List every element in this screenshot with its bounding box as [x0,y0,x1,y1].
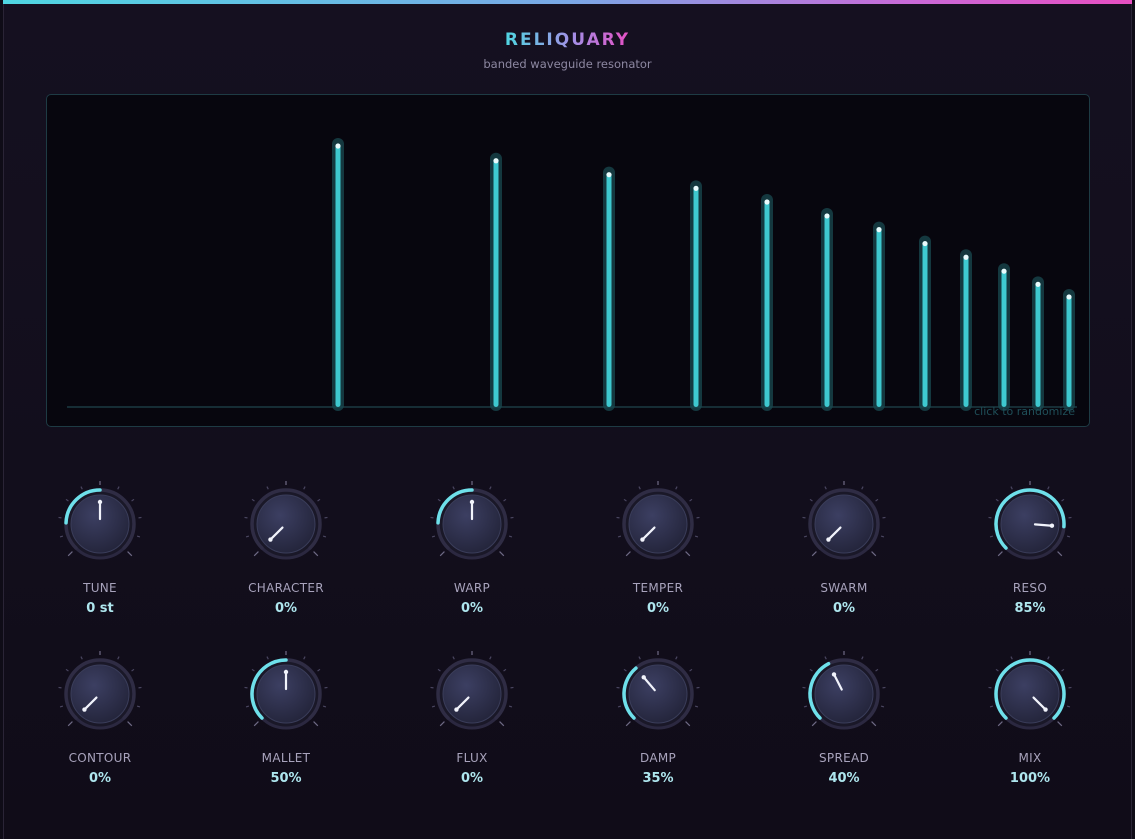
knob-damp[interactable]: DAMP 35% [603,651,713,801]
knob-value: 0% [274,601,298,616]
knob-dial[interactable] [417,651,527,747]
knob-dial[interactable] [231,481,341,577]
plugin-title: RELIQUARY [504,30,631,50]
mode-bar [603,166,615,411]
knob-contour[interactable]: CONTOUR 0% [45,651,155,801]
knob-dial[interactable] [975,481,1085,577]
knob-value: 50% [270,771,302,786]
knob-label: MALLET [261,751,311,765]
knob-dial[interactable] [45,481,155,577]
knob-label: SWARM [820,581,868,595]
knob-dial[interactable] [603,651,713,747]
knob-label: TEMPER [632,581,684,595]
knob-dial[interactable] [789,481,899,577]
mode-bar [821,207,833,411]
knob-reso[interactable]: RESO 85% [975,481,1085,631]
resonator-display[interactable]: click to randomize [46,94,1090,427]
knob-dial[interactable] [789,651,899,747]
accent-bar [3,0,1132,4]
mode-bar [1063,288,1075,411]
mode-bar [690,180,702,411]
mode-bars [67,138,1077,411]
knob-value: 0% [460,771,484,786]
knob-swarm[interactable]: SWARM 0% [789,481,899,631]
mode-bar [960,249,972,411]
knob-value: 35% [642,771,674,786]
mode-bar [873,221,885,411]
knob-dial[interactable] [231,651,341,747]
knob-dial[interactable] [45,651,155,747]
knob-flux[interactable]: FLUX 0% [417,651,527,801]
knob-label: MIX [1018,751,1042,765]
plugin-subtitle: banded waveguide resonator [483,57,652,71]
mode-bar [761,194,773,411]
knob-dial[interactable] [603,481,713,577]
mode-bar [919,235,931,411]
knob-label: DAMP [639,751,677,765]
mode-bar [1032,276,1044,411]
knob-value: 40% [828,771,860,786]
knob-label: WARP [453,581,491,595]
knob-label: FLUX [456,751,488,765]
mode-bar [332,138,344,411]
knob-dial[interactable] [975,651,1085,747]
knob-temper[interactable]: TEMPER 0% [603,481,713,631]
knob-label: CHARACTER [248,581,324,595]
knob-character[interactable]: CHARACTER 0% [231,481,341,631]
knob-tune[interactable]: TUNE 0 st [45,481,155,631]
knob-value: 0% [460,601,484,616]
knob-value: 0% [646,601,670,616]
knob-mallet[interactable]: MALLET 50% [231,651,341,801]
mode-bar [490,152,502,411]
randomize-hint: click to randomize [974,405,1075,418]
knob-value: 0% [88,771,112,786]
knob-warp[interactable]: WARP 0% [417,481,527,631]
knob-mix[interactable]: MIX 100% [975,651,1085,801]
knob-label: CONTOUR [68,751,132,765]
knob-label: TUNE [83,581,117,595]
knob-value: 100% [1009,771,1051,786]
knob-value: 0% [832,601,856,616]
knob-value: 0 st [86,601,114,616]
knob-label: RESO [1012,581,1048,595]
knob-value: 85% [1014,601,1046,616]
knob-label: SPREAD [818,751,870,765]
knob-dial[interactable] [417,481,527,577]
knob-spread[interactable]: SPREAD 40% [789,651,899,801]
mode-bar [998,263,1010,411]
